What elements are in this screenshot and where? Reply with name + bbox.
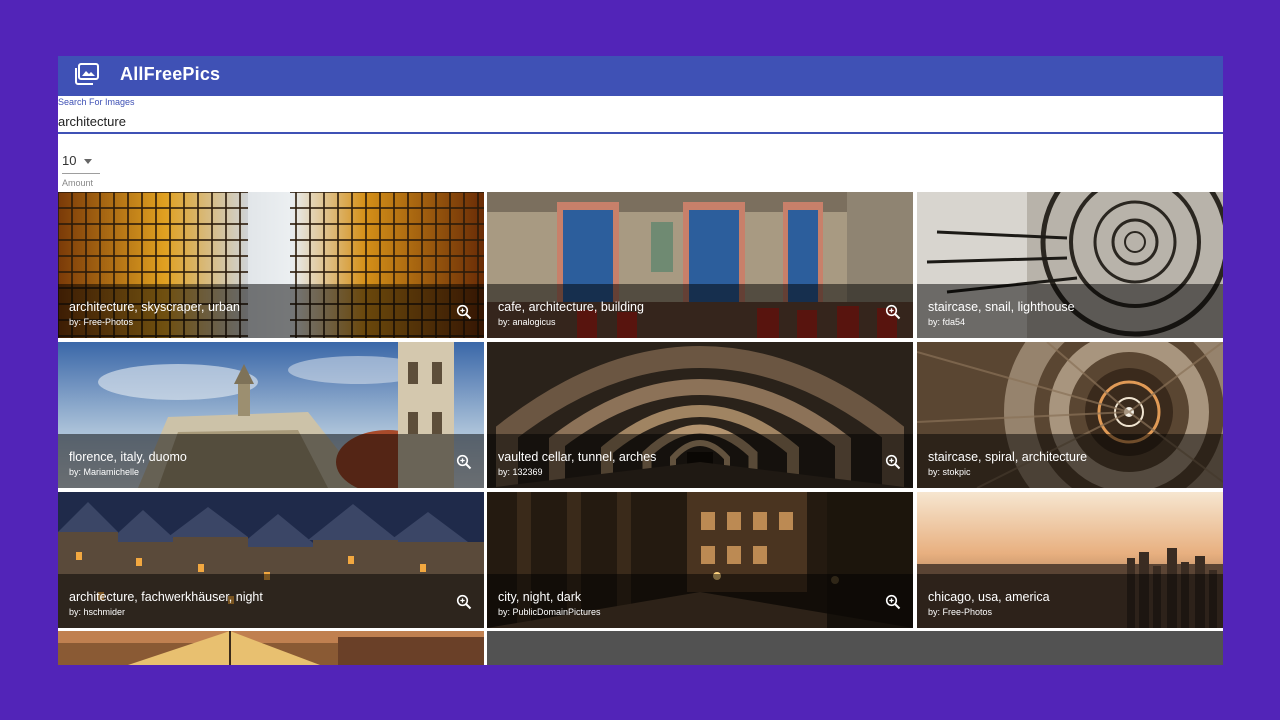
tile-title: architecture, skyscraper, urban	[69, 300, 240, 314]
tile-title: architecture, fachwerkhäuser, night	[69, 590, 263, 604]
app-title: AllFreePics	[120, 64, 221, 84]
amount-label: Amount	[62, 178, 94, 188]
zoom-in-icon[interactable]	[885, 594, 901, 610]
tile-title: chicago, usa, america	[928, 590, 1050, 604]
image-tile[interactable]: city, night, dark by: PublicDomainPictur…	[487, 492, 913, 628]
dropdown-caret-icon	[84, 159, 92, 164]
grid-empty-area	[487, 631, 1223, 665]
image-tile[interactable]: architecture, skyscraper, urban by: Free…	[58, 192, 484, 338]
app-window: AllFreePics Search For Images 10 Amount	[58, 56, 1223, 665]
image-tile[interactable]: chicago, usa, america by: Free-Photos	[917, 492, 1223, 628]
zoom-in-icon[interactable]	[456, 594, 472, 610]
pyramid-photo	[58, 631, 484, 665]
zoom-in-icon[interactable]	[885, 454, 901, 470]
zoom-in-icon[interactable]	[456, 454, 472, 470]
tile-author: by: 132369	[498, 467, 543, 477]
image-tile[interactable]: staircase, spiral, architecture by: stok…	[917, 342, 1223, 488]
search-input[interactable]	[58, 110, 1223, 134]
tile-title: vaulted cellar, tunnel, arches	[498, 450, 657, 464]
zoom-in-icon[interactable]	[456, 304, 472, 320]
amount-value: 10	[62, 153, 77, 168]
tile-author: by: PublicDomainPictures	[498, 607, 601, 617]
tile-title: cafe, architecture, building	[498, 300, 644, 314]
tile-title: florence, italy, duomo	[69, 450, 187, 464]
tile-author: by: Mariamichelle	[69, 467, 140, 477]
tile-author: by: hschmider	[69, 607, 126, 617]
search-field: Search For Images	[58, 96, 1223, 138]
tile-author: by: analogicus	[498, 317, 556, 327]
amount-select[interactable]: 10	[62, 150, 100, 174]
search-label: Search For Images	[58, 97, 135, 107]
tile-title: staircase, spiral, architecture	[928, 450, 1088, 464]
image-tile[interactable]: architecture, fachwerkhäuser, night by: …	[58, 492, 484, 628]
image-tile[interactable]	[58, 631, 484, 665]
tile-author: by: Free-Photos	[69, 317, 134, 327]
tile-title: city, night, dark	[498, 590, 582, 604]
image-tile[interactable]: florence, italy, duomo by: Mariamichelle	[58, 342, 484, 488]
tile-author: by: Free-Photos	[928, 607, 993, 617]
image-tile[interactable]: staircase, snail, lighthouse by: fda54	[917, 192, 1223, 338]
tile-title: staircase, snail, lighthouse	[928, 300, 1075, 314]
image-grid: architecture, skyscraper, urban by: Free…	[58, 192, 1223, 665]
zoom-in-icon[interactable]	[885, 304, 901, 320]
photo-library-icon	[75, 63, 99, 85]
tile-author: by: stokpic	[928, 467, 971, 477]
tile-author: by: fda54	[928, 317, 966, 327]
image-tile[interactable]: cafe, architecture, building by: analogi…	[487, 192, 913, 338]
image-tile[interactable]: vaulted cellar, tunnel, arches by: 13236…	[487, 342, 913, 488]
app-bar: AllFreePics	[58, 56, 1223, 96]
